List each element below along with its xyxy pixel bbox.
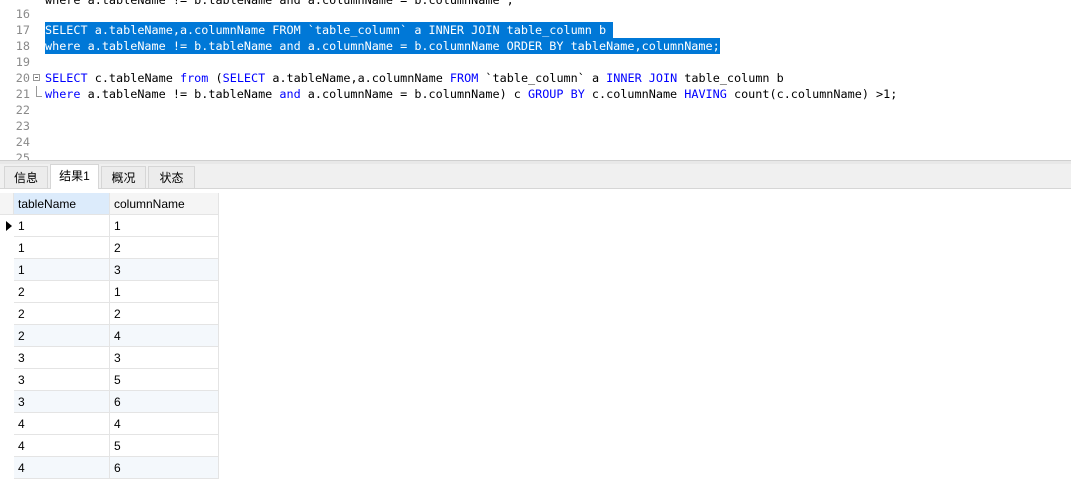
editor-line-22: 22	[0, 102, 1071, 118]
table-row[interactable]: 13	[0, 259, 219, 281]
current-row-arrow-icon	[6, 221, 12, 231]
table-row[interactable]: 21	[0, 281, 219, 303]
table-row[interactable]: 44	[0, 413, 219, 435]
fold-collapse-icon[interactable]	[33, 74, 40, 81]
grid-cell-tableName[interactable]: 3	[14, 347, 110, 369]
grid-cell-columnName[interactable]: 4	[110, 413, 219, 435]
tab-info[interactable]: 信息	[4, 166, 48, 188]
table-row[interactable]: 46	[0, 457, 219, 479]
code-text: where a.tableName != b.tableName and a.c…	[45, 87, 898, 101]
current-row-indicator[interactable]	[0, 215, 14, 237]
line-number: 19	[15, 55, 30, 69]
grid-cell-tableName[interactable]: 4	[14, 435, 110, 457]
table-row[interactable]: 36	[0, 391, 219, 413]
grid-cell-columnName[interactable]: 5	[110, 369, 219, 391]
grid-cell-tableName[interactable]: 2	[14, 303, 110, 325]
grid-cell-columnName[interactable]: 2	[110, 303, 219, 325]
grid-cell-tableName[interactable]: 4	[14, 413, 110, 435]
row-indicator[interactable]	[0, 347, 14, 369]
line-number: 21	[15, 87, 30, 101]
grid-cell-columnName[interactable]: 3	[110, 259, 219, 281]
editor-line-19: 19	[0, 54, 1071, 70]
fold-guide-icon	[36, 86, 37, 96]
editor-line-24: 24	[0, 134, 1071, 150]
row-indicator[interactable]	[0, 325, 14, 347]
line-number: 23	[15, 119, 30, 133]
grid-cell-tableName[interactable]: 3	[14, 369, 110, 391]
line-number: 18	[15, 39, 30, 53]
grid-cell-tableName[interactable]: 1	[14, 215, 110, 237]
tab-overview[interactable]: 概况	[101, 166, 146, 188]
column-header-columnName[interactable]: columnName	[110, 193, 219, 215]
table-row[interactable]: 22	[0, 303, 219, 325]
table-row[interactable]: 12	[0, 237, 219, 259]
sql-editor[interactable]: where a.tableName != b.tableName and a.c…	[0, 0, 1071, 162]
grid-cell-tableName[interactable]: 1	[14, 259, 110, 281]
code-text: SELECT c.tableName from (SELECT a.tableN…	[45, 71, 784, 85]
line-number: 16	[15, 7, 30, 21]
table-row[interactable]: 35	[0, 369, 219, 391]
column-header-tableName[interactable]: tableName	[14, 193, 110, 215]
grid-header-row: tableName columnName	[0, 193, 219, 215]
line-number: 20	[15, 71, 30, 85]
table-row[interactable]: 33	[0, 347, 219, 369]
line-number: 24	[15, 135, 30, 149]
grid-cell-columnName[interactable]: 2	[110, 237, 219, 259]
grid-cell-tableName[interactable]: 4	[14, 457, 110, 479]
row-indicator[interactable]	[0, 237, 14, 259]
tab-result1[interactable]: 结果1	[50, 164, 99, 189]
editor-line-18: 18 where a.tableName != b.tableName and …	[0, 38, 1071, 54]
row-indicator[interactable]	[0, 303, 14, 325]
row-indicator[interactable]	[0, 369, 14, 391]
grid-cell-tableName[interactable]: 2	[14, 281, 110, 303]
grid-cell-columnName[interactable]: 6	[110, 391, 219, 413]
grid-cell-columnName[interactable]: 5	[110, 435, 219, 457]
grid-cell-columnName[interactable]: 3	[110, 347, 219, 369]
grid-cell-columnName[interactable]: 4	[110, 325, 219, 347]
line-number: 22	[15, 103, 30, 117]
row-indicator[interactable]	[0, 259, 14, 281]
table-row[interactable]: 11	[0, 215, 219, 237]
line-number: 17	[15, 23, 30, 37]
selected-code-text: where a.tableName != b.tableName and a.c…	[45, 38, 720, 54]
row-indicator[interactable]	[0, 413, 14, 435]
grid-cell-tableName[interactable]: 2	[14, 325, 110, 347]
editor-line-16: 16	[0, 6, 1071, 22]
result-tabbar: 信息 结果1 概况 状态	[0, 164, 1071, 189]
selected-code-text: SELECT a.tableName,a.columnName FROM `ta…	[45, 22, 614, 38]
grid-cell-columnName[interactable]: 6	[110, 457, 219, 479]
row-header-corner	[0, 193, 14, 215]
grid-cell-tableName[interactable]: 3	[14, 391, 110, 413]
editor-line-20: 20 SELECT c.tableName from (SELECT a.tab…	[0, 70, 1071, 86]
editor-line-21: 21 where a.tableName != b.tableName and …	[0, 86, 1071, 102]
grid-cell-columnName[interactable]: 1	[110, 281, 219, 303]
editor-line-23: 23	[0, 118, 1071, 134]
grid-cell-columnName[interactable]: 1	[110, 215, 219, 237]
row-indicator[interactable]	[0, 281, 14, 303]
fold-end-icon	[36, 96, 42, 97]
editor-line-17: 17 SELECT a.tableName,a.columnName FROM …	[0, 22, 1071, 38]
row-indicator[interactable]	[0, 457, 14, 479]
table-row[interactable]: 24	[0, 325, 219, 347]
table-row[interactable]: 45	[0, 435, 219, 457]
row-indicator[interactable]	[0, 435, 14, 457]
row-indicator[interactable]	[0, 391, 14, 413]
tab-status[interactable]: 状态	[148, 166, 195, 188]
grid-cell-tableName[interactable]: 1	[14, 237, 110, 259]
